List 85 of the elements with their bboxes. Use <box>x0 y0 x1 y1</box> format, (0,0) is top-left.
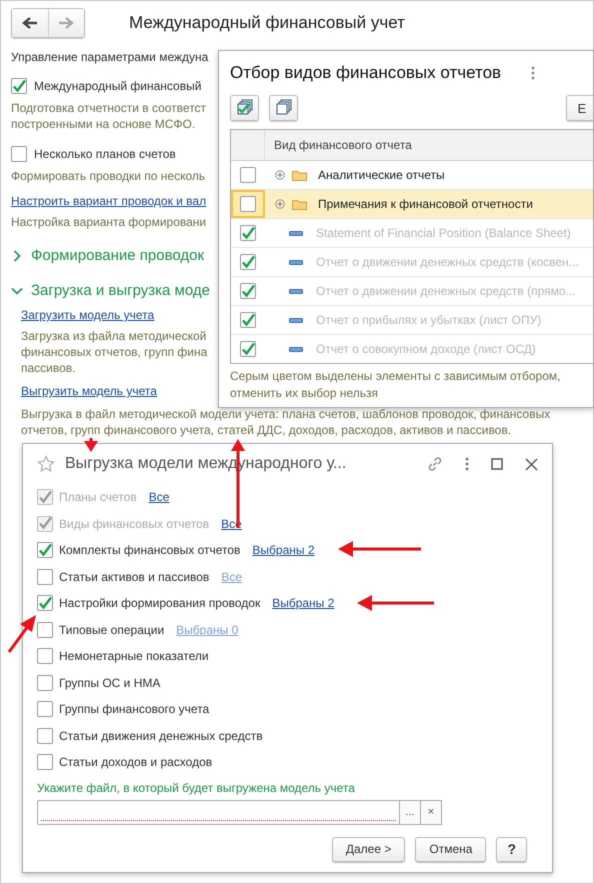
checkbox[interactable] <box>37 728 53 744</box>
dialog-button[interactable]: Далее > <box>332 836 406 862</box>
table-row[interactable]: Примечания к финансовой отчетности <box>231 190 593 219</box>
folder-icon <box>292 198 307 210</box>
report-type-name: Отчет о совокупном доходе (лист ОСД) <box>316 342 536 356</box>
item-icon <box>289 346 303 352</box>
close-icon[interactable] <box>525 458 538 470</box>
more-icon[interactable] <box>465 457 469 471</box>
window-title: Международный финансовый учет <box>129 13 405 33</box>
checkbox[interactable] <box>37 568 53 585</box>
report-type-name: Отчет о движении денежных средств (прямо... <box>316 284 576 298</box>
select-file-button[interactable]: ... <box>400 800 421 824</box>
chevron-down-icon[interactable] <box>11 285 23 297</box>
folder-icon <box>292 169 307 181</box>
settings-link[interactable]: Настроить вариант проводок и вал <box>11 194 206 208</box>
stack-icon <box>274 99 293 117</box>
checkbox-label: Типовые операции <box>59 622 164 637</box>
checkbox-label: Несколько планов счетов <box>34 147 176 161</box>
expand-icon[interactable] <box>275 170 285 180</box>
checkbox-label: Статьи доходов и расходов <box>59 755 212 770</box>
report-type-name: Примечания к финансовой отчетности <box>318 197 533 211</box>
settings-link[interactable]: Загрузить модель учета <box>21 308 154 322</box>
link-icon[interactable] <box>427 456 443 472</box>
chevron-right-icon[interactable] <box>11 250 23 262</box>
right-arrow-icon <box>58 17 74 29</box>
uncheck-all-button[interactable] <box>269 95 298 121</box>
left-arrow-icon <box>22 17 38 29</box>
checkbox[interactable] <box>11 78 27 94</box>
item-icon <box>289 230 303 236</box>
section-title[interactable]: Формирование проводок <box>31 247 204 265</box>
checkbox[interactable] <box>37 542 53 558</box>
checkbox-label: Группы финансового учета <box>59 702 210 716</box>
checkbox-label: Настройки формирования проводок <box>59 596 260 610</box>
description-text: Загрузка из файла методической финансовых отчетов, групп фина пассивов. <box>21 328 208 376</box>
report-type-name: Отчет о прибылях и убытках (лист ОПУ) <box>316 313 542 327</box>
item-icon <box>289 318 303 322</box>
checkbox[interactable] <box>240 196 256 212</box>
checkbox-label: Статьи движения денежных средств <box>59 728 263 743</box>
checkbox-label: Статьи активов и пассивов <box>59 570 210 584</box>
description-text: Подготовка отчетности в соответст построенными на основе МСФО. <box>11 100 206 132</box>
report-type-name: Аналитические отчеты <box>318 168 445 182</box>
clear-button[interactable]: × <box>421 800 442 824</box>
description-text: Настройка варианта формировани <box>11 214 206 230</box>
checkbox-label: Группы ОС и НМА <box>59 676 160 690</box>
popup-title: Отбор видов финансовых отчетов <box>230 63 502 83</box>
star-icon[interactable] <box>37 455 55 473</box>
more-icon[interactable] <box>531 66 536 80</box>
back-button[interactable] <box>12 9 48 37</box>
checkbox-label: Немонетарные показатели <box>59 649 209 664</box>
file-path-field[interactable] <box>37 800 400 824</box>
checkbox-label: Виды финансовых отчетов <box>59 516 210 531</box>
dialog-button[interactable]: ? <box>496 836 527 862</box>
report-type-name: Отчет о движении денежных средств (косвен... <box>316 255 579 269</box>
checkbox[interactable] <box>37 701 53 718</box>
checkbox[interactable] <box>37 674 53 691</box>
checkbox-label: Планы счетов <box>59 490 137 504</box>
hint-text: Серым цветом выделены элементы с зависимым отбором, отменить их выбор нельзя <box>230 368 562 402</box>
checkbox-label: Международный финансовый <box>34 79 202 93</box>
section-title[interactable]: Загрузка и выгрузка моде <box>31 282 210 300</box>
dialog-button[interactable]: Отмена <box>415 836 486 862</box>
checkbox[interactable] <box>37 648 53 664</box>
checked-stack-icon <box>236 99 254 117</box>
selection-link[interactable]: Выбраны 2 <box>252 543 315 558</box>
expand-icon[interactable] <box>275 199 285 209</box>
checkbox[interactable] <box>37 595 53 612</box>
item-icon <box>289 260 303 264</box>
description-text: Формировать проводки по несколь <box>11 168 206 184</box>
column-header: Вид финансового отчета <box>273 137 412 154</box>
item-icon <box>289 288 303 294</box>
check-all-button[interactable] <box>230 95 260 121</box>
checkbox-label: Комплекты финансовых отчетов <box>59 543 240 558</box>
report-type-name: Statement of Financial Position (Balance Sheet) <box>316 226 571 240</box>
annotation-arrow <box>83 438 99 452</box>
annotation-arrow <box>6 614 38 654</box>
checkbox[interactable] <box>11 146 27 162</box>
field-label: Укажите файл, в который будет выгружена модель учета <box>37 780 356 794</box>
toolbar-button[interactable]: Е <box>566 95 593 121</box>
description-text: Выгрузка в файл методической модели учета: плана счетов, шаблонов проводок, финансовых отчетов, групп финансового учета, статей ДДС, доходов, расходов, активов и пассивов. <box>21 406 550 438</box>
checkbox[interactable] <box>240 167 256 183</box>
settings-link[interactable]: Выгрузить модель учета <box>21 384 157 398</box>
checkbox[interactable] <box>37 754 53 770</box>
checkbox[interactable] <box>37 622 53 638</box>
settings-caption: Управление параметрами междуна <box>11 50 210 64</box>
selection-link[interactable]: Выбраны 2 <box>272 596 334 610</box>
maximize-icon[interactable] <box>491 458 503 470</box>
